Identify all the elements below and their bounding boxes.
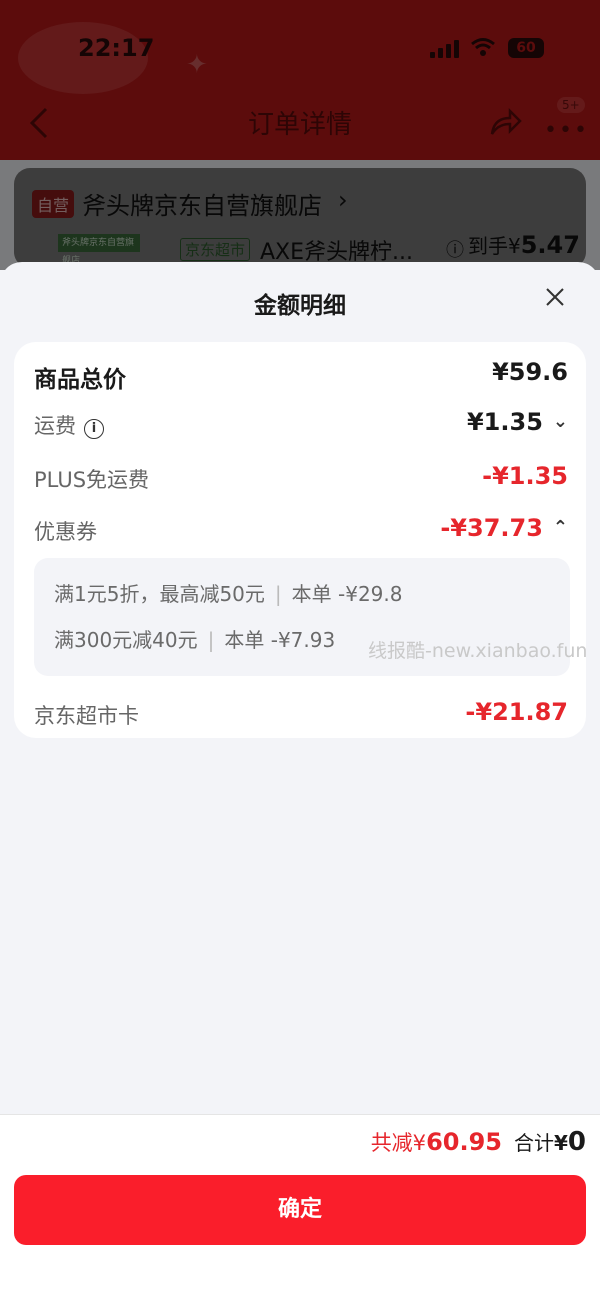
coupon-desc: 满1元5折，最高减50元 <box>54 582 265 606</box>
plus-free-shipping-value: -¥1.35 <box>482 462 568 490</box>
separator: | <box>274 582 282 606</box>
sheet-title: 金额明细 <box>254 293 346 319</box>
supermarket-card-row: 京东超市卡 -¥21.87 <box>14 694 586 734</box>
goods-total-row: 商品总价 ¥59.6 <box>14 354 586 394</box>
summary-line: 共减¥60.95 合计¥0 <box>371 1127 586 1157</box>
shipping-value-wrap: ¥1.35 ⌄ <box>467 408 568 436</box>
goods-total-value: ¥59.6 <box>492 358 568 386</box>
saved-amount: 共减¥60.95 <box>370 1128 502 1156</box>
coupon-desc: 满300元减40元 <box>54 628 198 652</box>
plus-free-shipping-row: PLUS免运费 -¥1.35 <box>14 458 586 498</box>
shipping-label-wrap: 运费 i <box>34 410 104 440</box>
close-icon[interactable] <box>544 286 566 308</box>
coupon-amount: 本单 -¥29.8 <box>291 582 403 606</box>
coupon-amount: 本单 -¥7.93 <box>224 628 336 652</box>
shipping-value: ¥1.35 <box>466 408 543 436</box>
coupon-detail-line: 满300元减40元 | 本单 -¥7.93 <box>54 624 335 653</box>
plus-free-shipping-label: PLUS免运费 <box>34 468 150 492</box>
watermark: 线报酷-new.xianbao.fun <box>368 640 588 662</box>
goods-total-label: 商品总价 <box>34 367 126 393</box>
coupon-value-wrap: -¥37.73 ⌃ <box>440 514 568 542</box>
saved-label: 共减¥ <box>370 1131 427 1155</box>
separator: | <box>207 628 215 652</box>
coupon-row[interactable]: 优惠券 -¥37.73 ⌃ <box>14 510 586 550</box>
amount-card: 商品总价 ¥59.6 运费 i ¥1.35 ⌄ PLUS免运费 -¥1.35 优惠券… <box>14 342 586 738</box>
checkout-footer: 共减¥60.95 合计¥0 确定 <box>0 1114 600 1304</box>
supermarket-card-label: 京东超市卡 <box>34 704 139 728</box>
coupon-label: 优惠券 <box>34 520 97 544</box>
total-label: 合计 <box>513 1131 554 1155</box>
supermarket-card-value: -¥21.87 <box>465 698 568 726</box>
saved-value: 60.95 <box>426 1128 502 1156</box>
total-amount: ¥0 <box>553 1127 586 1157</box>
shipping-row[interactable]: 运费 i ¥1.35 ⌄ <box>14 404 586 444</box>
total-value: 0 <box>567 1127 586 1157</box>
total-currency: ¥ <box>553 1131 568 1155</box>
chevron-up-icon[interactable]: ⌃ <box>553 517 568 538</box>
chevron-down-icon[interactable]: ⌄ <box>553 411 568 432</box>
info-icon[interactable]: i <box>84 419 104 439</box>
modal-overlay[interactable] <box>0 0 600 270</box>
coupon-detail-line: 满1元5折，最高减50元 | 本单 -¥29.8 <box>54 578 403 607</box>
confirm-button[interactable]: 确定 <box>14 1175 586 1245</box>
coupon-value: -¥37.73 <box>440 514 543 542</box>
shipping-label: 运费 <box>34 414 76 438</box>
